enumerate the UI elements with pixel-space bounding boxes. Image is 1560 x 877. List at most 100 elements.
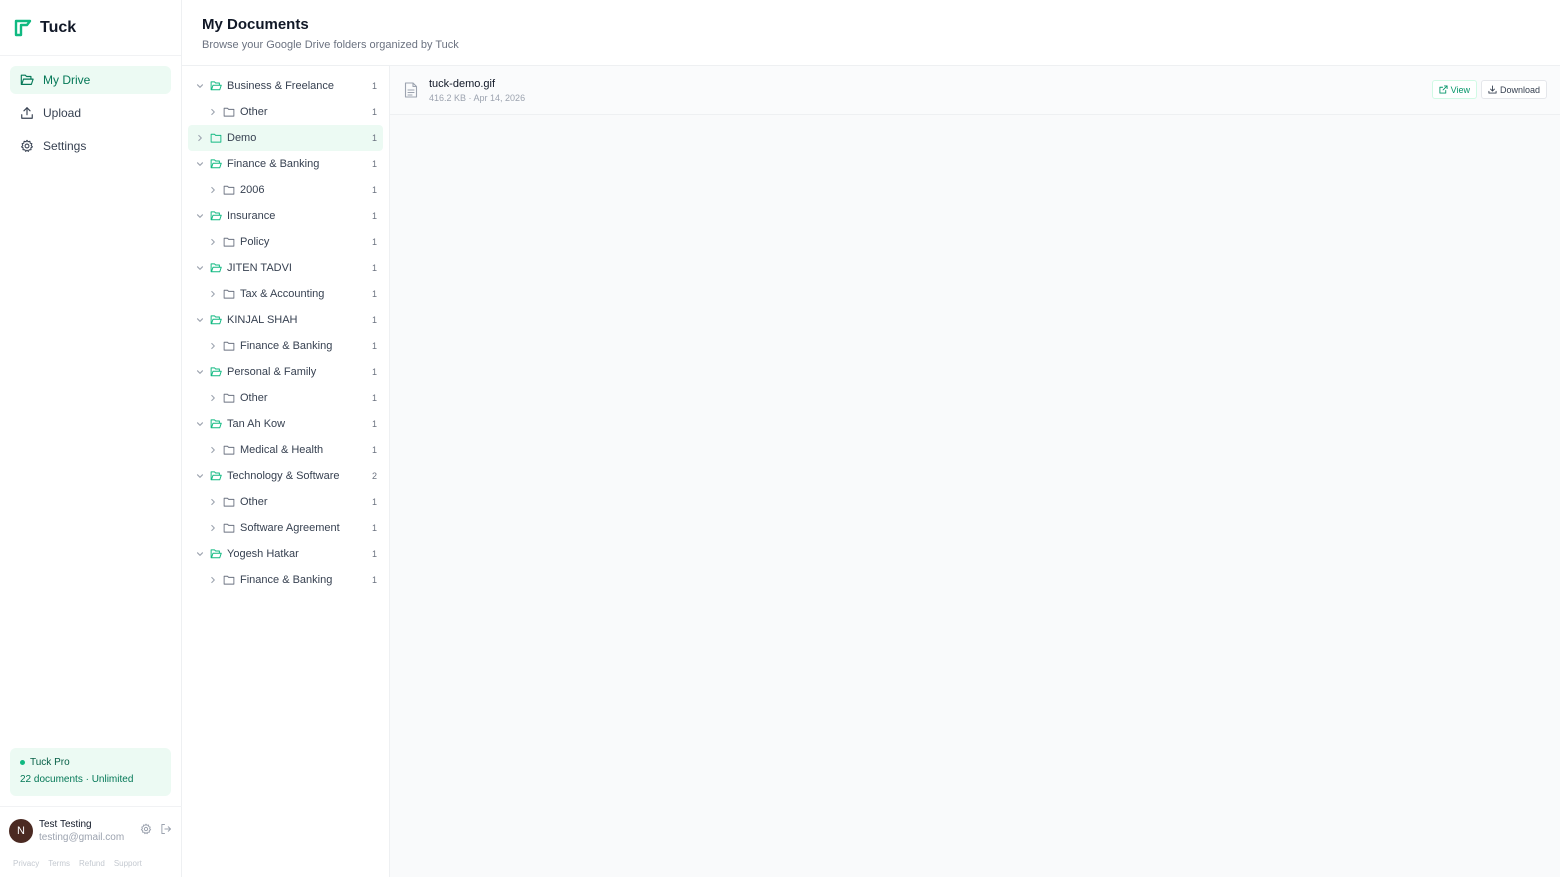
tree-folder-row[interactable]: Medical & Health 1 (188, 437, 383, 463)
chevron-right-icon[interactable] (208, 497, 218, 507)
folder-open-icon (210, 158, 222, 170)
upload-icon (20, 106, 34, 120)
folder-open-icon (210, 548, 222, 560)
brand[interactable]: Tuck (0, 0, 181, 56)
tree-folder-count: 1 (371, 445, 377, 455)
tree-folder-label: Finance & Banking (240, 574, 333, 586)
avatar[interactable]: N (9, 818, 33, 843)
tree-folder-count: 1 (371, 211, 377, 221)
tree-folder-label: Insurance (227, 210, 276, 222)
chevron-down-icon[interactable] (195, 367, 205, 377)
file-meta: 416.2 KB · Apr 14, 2026 (429, 92, 526, 103)
download-icon (1488, 85, 1497, 94)
tree-folder-label: Personal & Family (227, 366, 317, 378)
tree-folder-label: Policy (240, 236, 270, 248)
chevron-down-icon[interactable] (195, 263, 205, 273)
chevron-down-icon[interactable] (195, 211, 205, 221)
tuck-logo-icon (14, 19, 32, 37)
folder-open-icon (210, 80, 222, 92)
chevron-right-icon[interactable] (208, 107, 218, 117)
folder-tree: Business & Freelance 1 Other 1 Demo 1 Finance … (182, 66, 390, 877)
tree-folder-count: 1 (371, 185, 377, 195)
tree-folder-row[interactable]: 2006 1 (188, 177, 383, 203)
gear-icon (20, 139, 34, 153)
tree-folder-row[interactable]: Business & Freelance 1 (188, 73, 383, 99)
chevron-down-icon[interactable] (195, 81, 205, 91)
chevron-right-icon[interactable] (208, 185, 218, 195)
chevron-right-icon[interactable] (208, 523, 218, 533)
tree-folder-label: Tan Ah Kow (227, 418, 286, 430)
tree-folder-row[interactable]: Tax & Accounting 1 (188, 281, 383, 307)
tree-folder-row[interactable]: Demo 1 (188, 125, 383, 151)
sidebar: Tuck My Drive Upload Settings Tuck Pro 2… (0, 0, 182, 877)
page-title: My Documents (202, 16, 309, 33)
tree-folder-label: Demo (227, 132, 257, 144)
folder-icon (223, 184, 235, 196)
tree-folder-row[interactable]: Tan Ah Kow 1 (188, 411, 383, 437)
tree-folder-row[interactable]: Finance & Banking 1 (188, 567, 383, 593)
chevron-down-icon[interactable] (195, 419, 205, 429)
privacy-link[interactable]: Privacy (13, 859, 39, 868)
chevron-down-icon[interactable] (195, 471, 205, 481)
folder-open-icon (210, 366, 222, 378)
document-icon (404, 82, 418, 98)
chevron-right-icon[interactable] (208, 445, 218, 455)
tree-folder-count: 1 (371, 367, 377, 377)
file-name[interactable]: tuck-demo.gif (429, 78, 525, 90)
tree-folder-row[interactable]: Personal & Family 1 (188, 359, 383, 385)
chevron-right-icon[interactable] (195, 133, 205, 143)
plan-title-row: Tuck Pro (20, 757, 161, 768)
chevron-down-icon[interactable] (195, 159, 205, 169)
logout-icon[interactable] (160, 823, 172, 835)
file-actions: View Download (1431, 80, 1547, 99)
chevron-right-icon[interactable] (208, 237, 218, 247)
page-header: My Documents Browse your Google Drive fo… (182, 0, 1560, 66)
download-button[interactable]: Download (1480, 80, 1547, 99)
tree-folder-count: 1 (371, 81, 377, 91)
tree-folder-label: Business & Freelance (227, 80, 334, 92)
chevron-right-icon[interactable] (208, 575, 218, 585)
tree-folder-row[interactable]: Other 1 (188, 385, 383, 411)
tree-folder-count: 1 (371, 497, 377, 507)
file-row[interactable]: tuck-demo.gif 416.2 KB · Apr 14, 2026 Vi… (390, 66, 1560, 115)
chevron-down-icon[interactable] (195, 549, 205, 559)
tree-folder-row[interactable]: Other 1 (188, 99, 383, 125)
nav-item-settings[interactable]: Settings (10, 132, 171, 160)
tree-folder-row[interactable]: Finance & Banking 1 (188, 151, 383, 177)
chevron-down-icon[interactable] (195, 315, 205, 325)
page-subtitle: Browse your Google Drive folders organiz… (202, 39, 459, 51)
tree-folder-row[interactable]: Technology & Software 2 (188, 463, 383, 489)
terms-link[interactable]: Terms (48, 859, 70, 868)
tree-folder-count: 1 (371, 341, 377, 351)
tree-folder-row[interactable]: JITEN TADVI 1 (188, 255, 383, 281)
tree-folder-row[interactable]: KINJAL SHAH 1 (188, 307, 383, 333)
tree-folder-row[interactable]: Software Agreement 1 (188, 515, 383, 541)
tree-folder-row[interactable]: Finance & Banking 1 (188, 333, 383, 359)
view-button[interactable]: View (1431, 80, 1477, 99)
tree-folder-count: 1 (371, 549, 377, 559)
user-settings-gear-icon[interactable] (140, 823, 152, 835)
chevron-right-icon[interactable] (208, 289, 218, 299)
user-email: testing@gmail.com (39, 831, 125, 843)
nav-item-my-drive[interactable]: My Drive (10, 66, 171, 94)
nav-item-upload[interactable]: Upload (10, 99, 171, 127)
folder-icon (223, 444, 235, 456)
file-info: tuck-demo.gif 416.2 KB · Apr 14, 2026 (429, 78, 525, 103)
support-link[interactable]: Support (114, 859, 142, 868)
tree-folder-row[interactable]: Other 1 (188, 489, 383, 515)
tree-folder-label: Tax & Accounting (240, 288, 325, 300)
tree-folder-count: 1 (371, 575, 377, 585)
refund-link[interactable]: Refund (79, 859, 105, 868)
folder-icon (223, 288, 235, 300)
tree-folder-label: Other (240, 392, 268, 404)
chevron-right-icon[interactable] (208, 341, 218, 351)
folder-icon (223, 392, 235, 404)
tree-folder-row[interactable]: Insurance 1 (188, 203, 383, 229)
chevron-right-icon[interactable] (208, 393, 218, 403)
tree-folder-label: Finance & Banking (227, 158, 320, 170)
tree-folder-row[interactable]: Policy 1 (188, 229, 383, 255)
tree-folder-label: 2006 (240, 184, 265, 196)
nav-item-label: My Drive (43, 73, 91, 87)
tree-folder-row[interactable]: Yogesh Hatkar 1 (188, 541, 383, 567)
tree-folder-label: Yogesh Hatkar (227, 548, 299, 560)
